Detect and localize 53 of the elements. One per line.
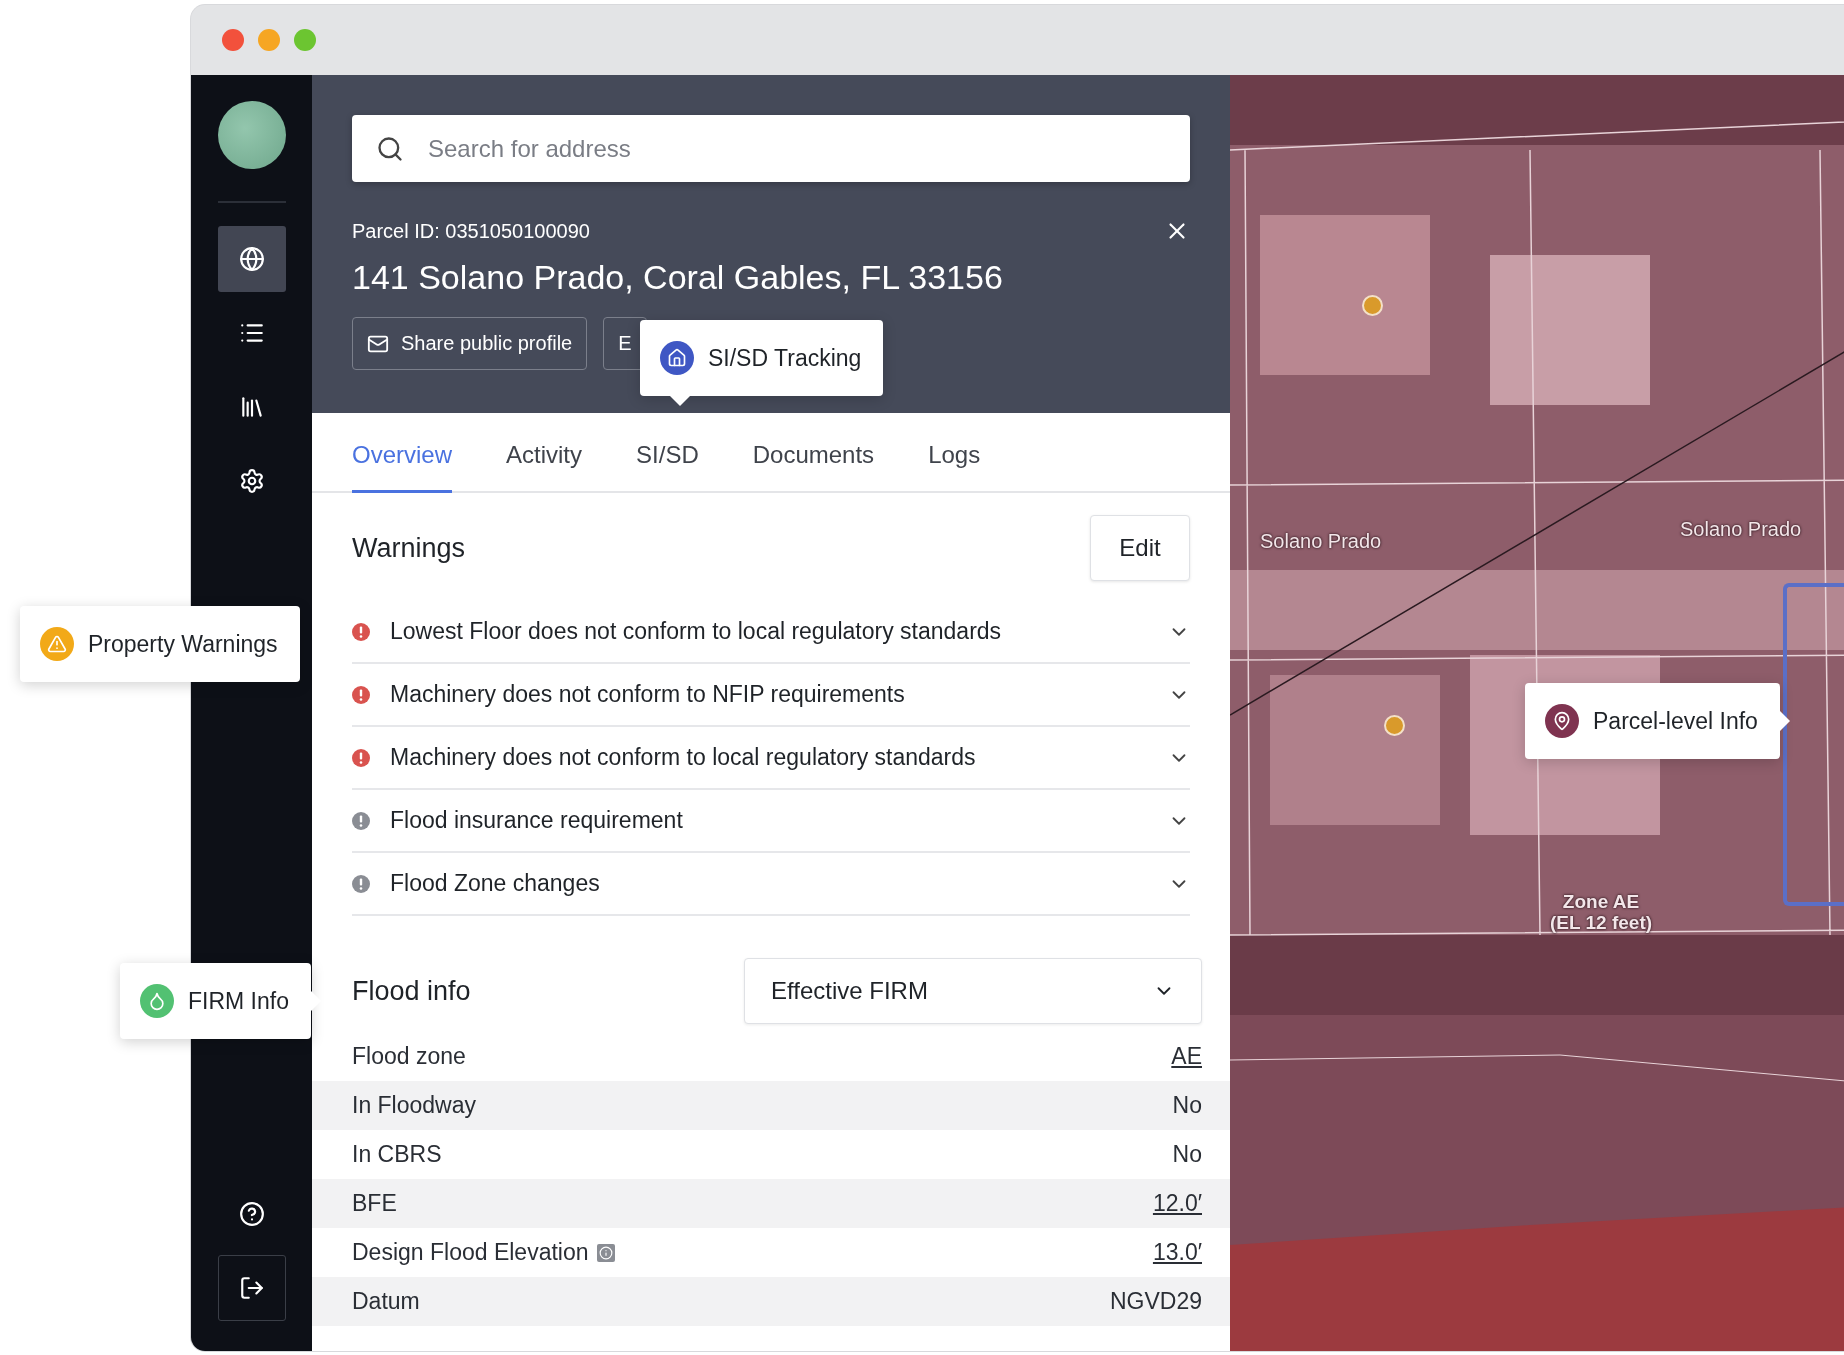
row-label: In Floodway: [352, 1092, 476, 1119]
callout-text: Property Warnings: [88, 630, 278, 658]
map-pin-icon: [1545, 704, 1579, 738]
row-label: Datum: [352, 1288, 420, 1315]
warning-text: Flood Zone changes: [390, 870, 601, 897]
droplet-icon: [140, 984, 174, 1018]
close-dot-icon[interactable]: [222, 29, 244, 51]
zone-label: Zone AE (EL 12 feet): [1550, 892, 1653, 934]
row-value: NGVD29: [1109, 1288, 1202, 1315]
settings-icon: [238, 468, 265, 494]
row-value: No: [1172, 1141, 1202, 1168]
warning-text: Flood insurance requirement: [390, 807, 684, 834]
section-title: Warnings: [352, 532, 466, 564]
warning-text: Lowest Floor does not conform to local regulatory standards: [390, 618, 1003, 645]
callout-text: Parcel-level Info: [1593, 707, 1758, 735]
parcel-outline[interactable]: [1783, 583, 1844, 906]
firm-dropdown[interactable]: Effective FIRM: [744, 958, 1202, 1024]
row-value: No: [1172, 1092, 1202, 1119]
help-icon: [238, 1201, 265, 1227]
section-title: Flood info: [352, 975, 471, 1007]
tab[interactable]: Activity: [506, 413, 583, 493]
tab[interactable]: Logs: [928, 413, 981, 493]
row-label: Flood zone: [352, 1043, 466, 1070]
street-label: Solano Prado: [1680, 518, 1802, 540]
row-label: BFE: [352, 1190, 397, 1217]
sidebar-item[interactable]: [217, 226, 286, 292]
warning-text: Machinery does not conform to NFIP requirements: [390, 681, 906, 708]
edit-button[interactable]: Edit: [1090, 515, 1190, 581]
address-title: 141 Solano Prado, Coral Gables, FL 33156: [352, 258, 1004, 297]
maximize-dot-icon[interactable]: [294, 29, 316, 51]
logout-icon: [238, 1275, 265, 1301]
search-icon: [376, 134, 404, 163]
callout-text: FIRM Info: [188, 987, 289, 1015]
tab[interactable]: SI/SD: [636, 413, 699, 493]
sidebar-item[interactable]: [217, 1255, 286, 1321]
street-label: Solano Prado: [1260, 530, 1382, 552]
tab[interactable]: Overview: [352, 413, 453, 493]
share-button[interactable]: Share public profile: [352, 317, 588, 370]
globe-icon: [238, 246, 265, 272]
value-link[interactable]: 13.0′: [1152, 1239, 1202, 1266]
search-field[interactable]: Search for address: [352, 115, 1190, 182]
parcel-id: Parcel ID: 0351050100090: [352, 219, 590, 243]
value-link[interactable]: 12.0′: [1152, 1190, 1202, 1217]
callout-text: SI/SD Tracking: [708, 344, 862, 372]
row-label: In CBRS: [352, 1141, 442, 1168]
warning-text: Machinery does not conform to local regulatory standards: [390, 744, 977, 771]
home-icon: [660, 341, 694, 375]
value-link[interactable]: AE: [1171, 1043, 1202, 1070]
info-icon[interactable]: [596, 1243, 615, 1262]
row-label: Design Flood Elevation: [352, 1239, 589, 1266]
minimize-dot-icon[interactable]: [258, 29, 280, 51]
warning-icon: [40, 627, 74, 661]
tab[interactable]: Documents: [752, 413, 875, 493]
